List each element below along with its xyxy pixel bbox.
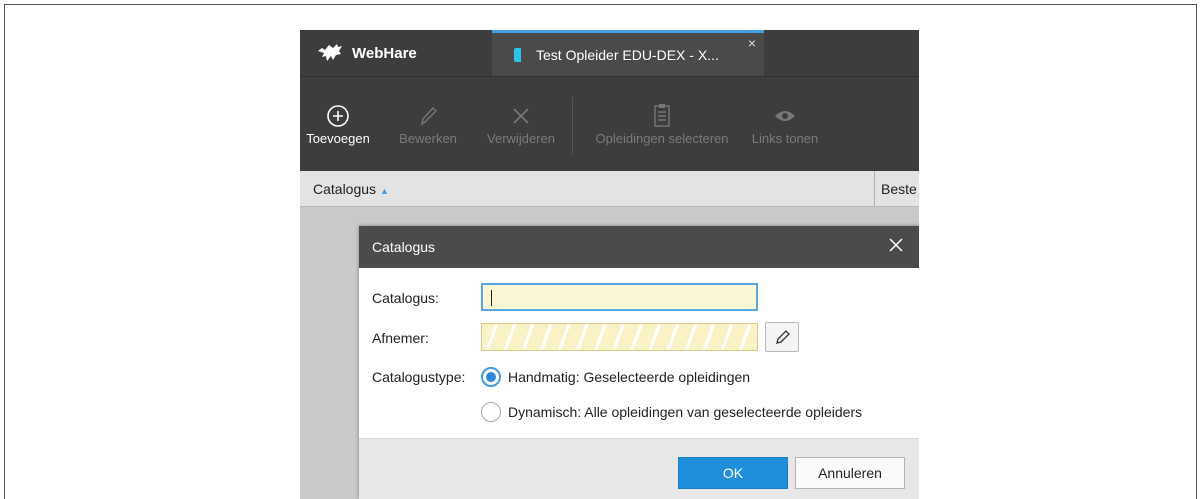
edit-button-label: Bewerken: [399, 131, 457, 146]
pencil-icon: [420, 106, 437, 126]
dialog-close-icon[interactable]: [887, 236, 905, 254]
column-header-beste[interactable]: Beste: [881, 181, 917, 197]
delete-button[interactable]: Verwijderen: [478, 101, 564, 146]
add-button[interactable]: Toevoegen: [302, 101, 374, 146]
tab-label: Test Opleider EDU-DEX - X...: [536, 46, 719, 63]
column-divider[interactable]: [874, 171, 875, 207]
brand-label: WebHare: [352, 44, 417, 62]
radio-handmatig[interactable]: [481, 367, 501, 387]
list-header: Catalogus ▲ Beste: [300, 171, 919, 207]
top-bar: WebHare Test Opleider EDU-DEX - X... ×: [300, 30, 919, 76]
radio-dynamisch-label[interactable]: Dynamisch: Alle opleidingen van geselect…: [508, 404, 862, 420]
clipboard-list-icon: [654, 104, 670, 127]
cancel-button[interactable]: Annuleren: [795, 457, 905, 489]
brand[interactable]: WebHare: [300, 30, 492, 76]
ok-button[interactable]: OK: [678, 457, 788, 489]
select-courses-button[interactable]: Opleidingen selecteren: [585, 101, 739, 146]
toolbar: Toevoegen Bewerken Verwijderen Opleiding…: [300, 76, 919, 171]
show-links-button[interactable]: Links tonen: [745, 101, 825, 146]
add-button-label: Toevoegen: [306, 131, 370, 146]
afnemer-edit-button[interactable]: [765, 322, 799, 352]
afnemer-label: Afnemer:: [372, 330, 429, 346]
show-links-label: Links tonen: [751, 131, 819, 146]
tab-close-icon[interactable]: ×: [748, 35, 756, 51]
dialog-footer: OK Annuleren: [359, 438, 919, 499]
dialog-title-bar: Catalogus: [359, 226, 919, 268]
webhare-app: WebHare Test Opleider EDU-DEX - X... × T…: [300, 30, 919, 499]
sort-ascending-icon: ▲: [380, 186, 389, 196]
text-caret: [491, 290, 492, 306]
column-header-catalogus-label: Catalogus: [313, 181, 377, 197]
catalogus-label: Catalogus:: [372, 290, 439, 306]
edit-button[interactable]: Bewerken: [394, 101, 462, 146]
radio-dynamisch[interactable]: [481, 402, 501, 422]
add-circle-icon: [327, 105, 349, 127]
delete-button-label: Verwijderen: [487, 131, 555, 146]
pencil-icon: [776, 330, 790, 344]
column-header-catalogus[interactable]: Catalogus ▲: [313, 181, 389, 197]
dialog-body: Catalogus: Afnemer: Catalogustype: Handm…: [359, 268, 919, 438]
toolbar-separator: [572, 97, 573, 155]
afnemer-field[interactable]: [481, 323, 758, 351]
radio-handmatig-label[interactable]: Handmatig: Geselecteerde opleidingen: [508, 369, 750, 385]
document-icon: [514, 47, 524, 62]
catalogustype-label: Catalogustype:: [372, 369, 466, 385]
webhare-logo-icon: [318, 44, 342, 61]
catalogus-dialog: Catalogus Catalogus: Afnemer: Catalogust…: [359, 226, 919, 499]
catalogus-input[interactable]: [481, 283, 758, 311]
dialog-title: Catalogus: [372, 239, 436, 255]
tab-test-opleider[interactable]: Test Opleider EDU-DEX - X... ×: [492, 30, 764, 76]
close-icon: [513, 108, 529, 124]
select-courses-label: Opleidingen selecteren: [595, 131, 729, 146]
eye-icon: [775, 111, 795, 121]
